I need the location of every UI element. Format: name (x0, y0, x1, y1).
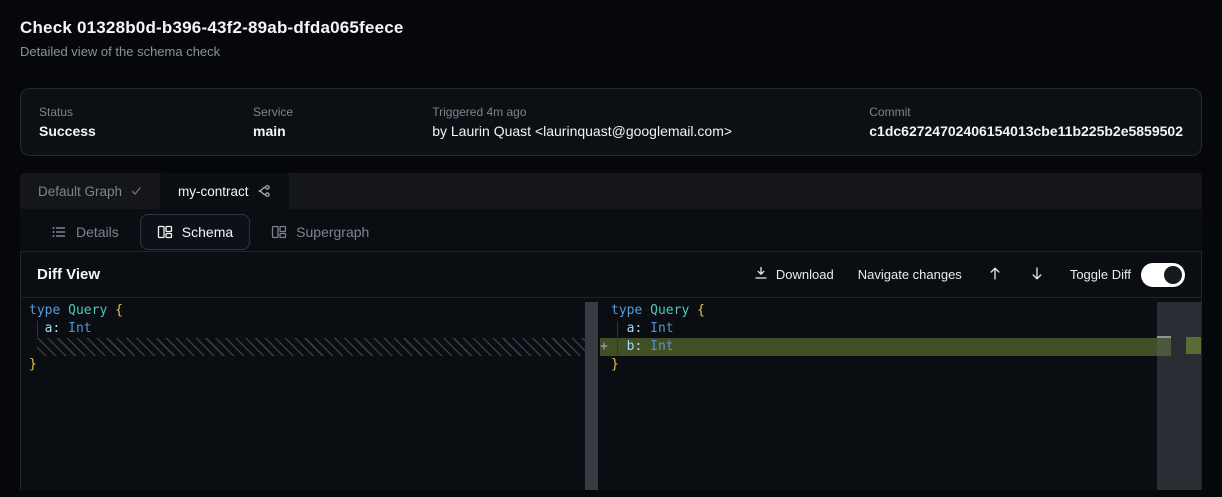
summary-commit: Commit c1dc62724702406154013cbe11b225b2e… (869, 105, 1183, 139)
download-icon (754, 266, 768, 283)
view-tab-label: Details (76, 224, 119, 240)
previous-change-button[interactable] (986, 266, 1004, 284)
tab-default-graph[interactable]: Default Graph (20, 173, 160, 209)
page-header: Check 01328b0d-b396-43f2-89ab-dfda065fee… (0, 0, 1222, 59)
page-title: Check 01328b0d-b396-43f2-89ab-dfda065fee… (20, 18, 1202, 38)
download-label: Download (776, 267, 834, 282)
diff-editor-modified[interactable]: type Query { a: Int+ b: Int} (600, 302, 1201, 490)
arrow-down-icon (1030, 266, 1044, 284)
columns-icon (157, 224, 173, 240)
added-line-marker: + (600, 338, 608, 356)
scrollbar-thumb-edge (1157, 336, 1171, 338)
diff-controls: Download Navigate changes Toggle Diff (754, 263, 1185, 287)
code-line: + b: Int (600, 338, 1201, 356)
code-line: type Query { (600, 302, 1201, 320)
summary-triggered: Triggered 4m ago by Laurin Quast <laurin… (432, 105, 869, 139)
tab-details[interactable]: Details (38, 214, 132, 250)
page-subtitle: Detailed view of the schema check (20, 44, 1202, 59)
columns-icon (271, 224, 287, 240)
code-line: a: Int (600, 320, 1201, 338)
status-label: Status (39, 105, 253, 119)
diff-view-title: Diff View (37, 266, 100, 283)
added-change-overview-marker (1186, 337, 1201, 354)
indent-guide (617, 321, 618, 337)
check-icon (130, 185, 142, 197)
diff-filler-line (21, 338, 598, 356)
toggle-diff-switch[interactable] (1141, 263, 1185, 287)
arrow-up-icon (988, 266, 1002, 284)
commit-value: c1dc62724702406154013cbe11b225b2e5859502 (869, 123, 1183, 139)
diff-editor-original[interactable]: type Query { a: Int} (21, 302, 598, 490)
service-label: Service (253, 105, 432, 119)
tab-schema[interactable]: Schema (140, 214, 250, 250)
service-value: main (253, 123, 432, 139)
navigate-changes-button[interactable]: Navigate changes (858, 267, 962, 282)
code-line: type Query { (21, 302, 598, 320)
indent-guide (37, 321, 38, 337)
diff-header: Diff View Download Navigate changes (21, 252, 1201, 298)
right-scrollbar[interactable] (1157, 302, 1201, 490)
check-summary-card: Status Success Service main Triggered 4m… (20, 88, 1202, 156)
graph-tab-label: Default Graph (38, 184, 122, 199)
code-line: } (21, 356, 598, 374)
commit-label: Commit (869, 105, 1183, 119)
triggered-value: by Laurin Quast <laurinquast@googlemail.… (432, 123, 869, 139)
view-tabs: Details Schema Supergraph (20, 209, 1202, 251)
summary-status: Status Success (39, 105, 253, 139)
indent-guide (617, 339, 618, 355)
code-line: } (600, 356, 1201, 374)
download-button[interactable]: Download (754, 266, 834, 283)
contract-icon (257, 184, 271, 198)
code-line: a: Int (21, 320, 598, 338)
next-change-button[interactable] (1028, 266, 1046, 284)
left-scrollbar[interactable] (585, 302, 598, 490)
graph-tabs: Default Graph my-contract (20, 173, 1202, 209)
navigate-changes-label: Navigate changes (858, 267, 962, 282)
tab-supergraph[interactable]: Supergraph (258, 214, 382, 250)
view-tab-label: Schema (182, 224, 233, 240)
list-icon (51, 224, 67, 240)
diff-panel: Diff View Download Navigate changes (20, 251, 1202, 490)
toggle-diff-label: Toggle Diff (1070, 267, 1131, 282)
switch-knob (1164, 266, 1182, 284)
diff-hatch-pattern (37, 338, 585, 356)
summary-service: Service main (253, 105, 432, 139)
tab-my-contract[interactable]: my-contract (160, 173, 289, 209)
status-value: Success (39, 123, 253, 139)
triggered-label: Triggered 4m ago (432, 105, 869, 119)
toggle-diff-group: Toggle Diff (1070, 263, 1185, 287)
graph-tab-label: my-contract (178, 184, 249, 199)
contract-tab-content: Details Schema Supergraph (20, 209, 1202, 490)
view-tab-label: Supergraph (296, 224, 369, 240)
diff-editor: type Query { a: Int} type Query { a: Int… (21, 298, 1201, 490)
